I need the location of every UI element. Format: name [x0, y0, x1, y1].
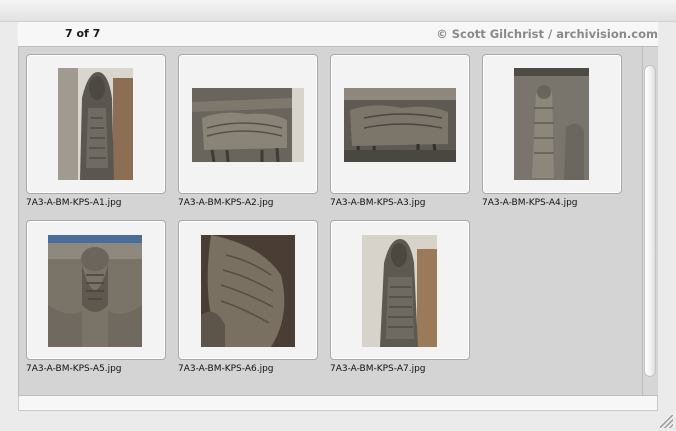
- thumbnail-filename[interactable]: 7A3-A-BM-KPS-A3.jpg: [330, 198, 480, 208]
- thumbnail-item[interactable]: 7A3-A-BM-KPS-A5.jpg: [26, 220, 166, 380]
- thumbnail-filename[interactable]: 7A3-A-BM-KPS-A4.jpg: [482, 198, 632, 208]
- thumbnail-item[interactable]: 7A3-A-BM-KPS-A4.jpg: [482, 54, 622, 214]
- thumbnail-image[interactable]: [362, 235, 437, 347]
- thumbnail-frame[interactable]: [178, 54, 318, 194]
- thumbnail-frame[interactable]: [178, 220, 318, 360]
- thumbnail-item[interactable]: 7A3-A-BM-KPS-A6.jpg: [178, 220, 318, 380]
- thumbnail-filename[interactable]: 7A3-A-BM-KPS-A6.jpg: [178, 364, 328, 374]
- gallery-header: 7 of 7 © Scott Gilchrist / archivision.c…: [18, 22, 658, 46]
- resize-grip-icon[interactable]: [660, 415, 673, 428]
- thumbnail-frame[interactable]: [26, 54, 166, 194]
- thumbnail-image[interactable]: [344, 88, 456, 162]
- thumbnail-image[interactable]: [201, 235, 295, 347]
- thumbnail-item[interactable]: 7A3-A-BM-KPS-A7.jpg: [330, 220, 470, 380]
- thumbnail-filename[interactable]: 7A3-A-BM-KPS-A1.jpg: [26, 198, 176, 208]
- scrollbar-thumb[interactable]: [644, 65, 656, 377]
- thumbnail-item[interactable]: 7A3-A-BM-KPS-A3.jpg: [330, 54, 470, 214]
- page-count: 7 of 7: [65, 27, 101, 40]
- thumbnail-frame[interactable]: [330, 220, 470, 360]
- thumbnail-filename[interactable]: 7A3-A-BM-KPS-A2.jpg: [178, 198, 328, 208]
- thumbnail-frame[interactable]: [330, 54, 470, 194]
- gallery-footer: [18, 396, 658, 411]
- window-top-strip: [0, 0, 676, 22]
- thumbnail-image[interactable]: [48, 235, 142, 347]
- thumbnail-image[interactable]: [192, 88, 304, 162]
- thumbnail-item[interactable]: 7A3-A-BM-KPS-A1.jpg: [26, 54, 166, 214]
- thumbnail-image[interactable]: [514, 68, 589, 180]
- thumbnail-frame[interactable]: [482, 54, 622, 194]
- thumbnail-gallery: 7A3-A-BM-KPS-A1.jpg 7A3-A-BM-KPS-A2.jpg: [18, 46, 643, 396]
- copyright-notice: © Scott Gilchrist / archivision.com: [436, 27, 658, 41]
- thumbnail-filename[interactable]: 7A3-A-BM-KPS-A5.jpg: [26, 364, 176, 374]
- thumbnail-image[interactable]: [58, 68, 133, 180]
- thumbnail-filename[interactable]: 7A3-A-BM-KPS-A7.jpg: [330, 364, 480, 374]
- thumbnail-item[interactable]: 7A3-A-BM-KPS-A2.jpg: [178, 54, 318, 214]
- vertical-scrollbar[interactable]: [643, 46, 658, 396]
- thumbnail-frame[interactable]: [26, 220, 166, 360]
